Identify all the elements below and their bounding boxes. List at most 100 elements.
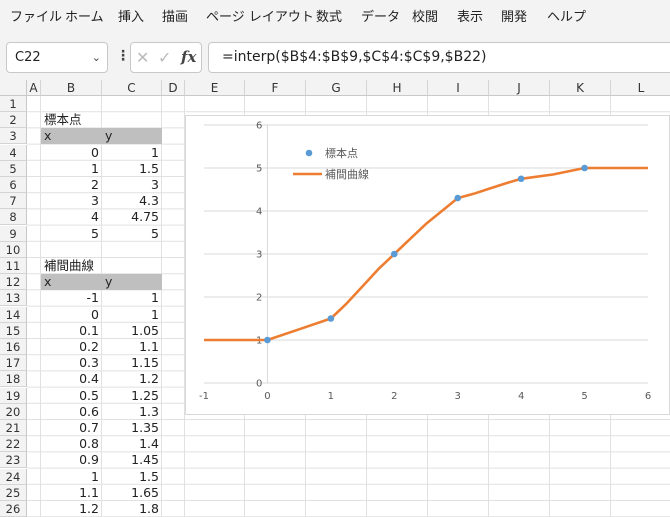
cell[interactable]: 1 <box>102 307 162 323</box>
cell[interactable]: x <box>41 128 102 145</box>
scatter-chart[interactable]: 0 1 2 3 4 5 6 -1 0 1 2 3 4 5 6 標本点 補間曲線 <box>185 115 670 415</box>
row-header[interactable]: 21 <box>0 420 27 436</box>
cell[interactable]: 5 <box>102 226 162 242</box>
cell[interactable]: 1 <box>102 145 162 161</box>
cell[interactable]: 1.35 <box>102 420 162 436</box>
row-header[interactable]: 5 <box>0 160 27 177</box>
cell[interactable]: 5 <box>41 226 102 242</box>
cell[interactable]: x <box>41 274 102 291</box>
cell[interactable]: 0.6 <box>41 404 102 420</box>
formula-input[interactable]: =interp($B$4:$B$9,$C$4:$C$9,$B22) <box>208 42 670 73</box>
cell[interactable]: 標本点 <box>41 112 102 128</box>
row-header[interactable]: 17 <box>0 355 27 372</box>
column-header[interactable]: L <box>611 80 670 96</box>
column-header[interactable]: G <box>306 80 367 96</box>
row-header[interactable]: 1 <box>0 96 27 112</box>
cell[interactable]: 1.1 <box>41 485 102 501</box>
row-header[interactable]: 20 <box>0 403 27 420</box>
data-point[interactable] <box>581 164 588 172</box>
cell[interactable]: 1.3 <box>102 404 162 420</box>
row-header[interactable]: 18 <box>0 371 27 388</box>
row-header[interactable]: 2 <box>0 112 27 129</box>
cell[interactable]: 0.9 <box>41 452 102 468</box>
cell[interactable]: 1.45 <box>102 452 162 468</box>
column-header[interactable]: C <box>102 80 162 96</box>
row-header[interactable]: 25 <box>0 484 27 501</box>
more-options-icon[interactable]: ⋮ <box>116 48 130 64</box>
row-header[interactable]: 9 <box>0 225 27 242</box>
row-header[interactable]: 12 <box>0 274 27 291</box>
menu-item[interactable]: 開発 <box>501 10 527 26</box>
cell[interactable]: 0.4 <box>41 371 102 387</box>
cell[interactable]: 1.05 <box>102 323 162 339</box>
menu-item[interactable]: ホーム <box>65 10 104 26</box>
menu-item[interactable]: ヘルプ <box>547 10 586 26</box>
menu-item[interactable]: 校閲 <box>412 10 438 26</box>
row-header[interactable]: 8 <box>0 209 27 226</box>
cell[interactable]: 0.7 <box>41 420 102 436</box>
row-header[interactable]: 15 <box>0 322 27 339</box>
column-header[interactable]: J <box>489 80 550 96</box>
row-header[interactable]: 24 <box>0 468 27 485</box>
menu-item[interactable]: 挿入 <box>118 10 144 26</box>
cell[interactable]: 4.75 <box>102 209 162 225</box>
row-header[interactable]: 16 <box>0 339 27 355</box>
chevron-down-icon[interactable]: ⌄ <box>92 51 101 64</box>
row-header[interactable]: 7 <box>0 193 27 210</box>
cell[interactable]: 1.4 <box>102 436 162 452</box>
cell[interactable]: 0 <box>41 307 102 323</box>
menu-item[interactable]: 数式 <box>316 10 342 26</box>
menu-item[interactable]: 描画 <box>162 10 188 26</box>
column-header[interactable]: H <box>367 80 428 96</box>
cell[interactable]: 1.15 <box>102 355 162 371</box>
row-header[interactable]: 22 <box>0 436 27 453</box>
check-icon[interactable]: ✓ <box>158 48 171 67</box>
column-header[interactable]: I <box>428 80 489 96</box>
row-header[interactable]: 26 <box>0 501 27 517</box>
cell[interactable]: 0.2 <box>41 339 102 355</box>
cell[interactable]: -1 <box>41 290 102 306</box>
row-header[interactable]: 6 <box>0 177 27 193</box>
data-point[interactable] <box>327 315 335 322</box>
menu-item[interactable]: ページ レイアウト <box>206 10 314 26</box>
column-header[interactable]: K <box>550 80 611 96</box>
menu-item[interactable]: 表示 <box>457 10 483 26</box>
row-header[interactable]: 11 <box>0 258 27 274</box>
cell[interactable]: 1 <box>102 290 162 306</box>
cell[interactable]: 4 <box>41 209 102 225</box>
cell[interactable]: 補間曲線 <box>41 258 102 274</box>
data-point[interactable] <box>517 175 525 183</box>
cell[interactable]: 1 <box>41 161 102 177</box>
cell[interactable]: 1.5 <box>102 469 162 485</box>
data-point[interactable] <box>264 336 271 344</box>
menu-item[interactable]: ファイル <box>10 10 62 26</box>
row-header[interactable]: 19 <box>0 387 27 404</box>
cell[interactable]: 3 <box>102 177 162 193</box>
cell[interactable]: y <box>102 274 162 291</box>
cell[interactable]: 4.3 <box>102 193 162 209</box>
menu-item[interactable]: データ <box>361 10 400 26</box>
cell[interactable]: 0.1 <box>41 323 102 339</box>
cell[interactable]: 3 <box>41 193 102 209</box>
cell[interactable]: 1 <box>41 469 102 485</box>
cell[interactable]: 1.1 <box>102 339 162 355</box>
cell[interactable]: y <box>102 128 162 145</box>
column-header[interactable]: B <box>41 80 102 96</box>
row-header[interactable]: 23 <box>0 452 27 469</box>
column-header[interactable]: F <box>245 80 306 96</box>
cell[interactable]: 0.8 <box>41 436 102 452</box>
cancel-icon[interactable]: ✕ <box>136 48 149 67</box>
insert-function-icon[interactable]: fx <box>181 48 196 66</box>
cell[interactable]: 0 <box>41 145 102 161</box>
column-header[interactable]: E <box>185 80 245 96</box>
row-header[interactable]: 4 <box>0 144 27 161</box>
row-header[interactable]: 3 <box>0 128 27 145</box>
cell[interactable]: 1.65 <box>102 485 162 501</box>
data-point[interactable] <box>454 194 462 202</box>
select-all-corner[interactable] <box>0 80 27 96</box>
column-header[interactable]: A <box>27 80 41 96</box>
row-header[interactable]: 13 <box>0 290 27 307</box>
data-point[interactable] <box>390 250 398 258</box>
cell[interactable]: 0.3 <box>41 355 102 371</box>
cell[interactable]: 1.2 <box>41 501 102 517</box>
